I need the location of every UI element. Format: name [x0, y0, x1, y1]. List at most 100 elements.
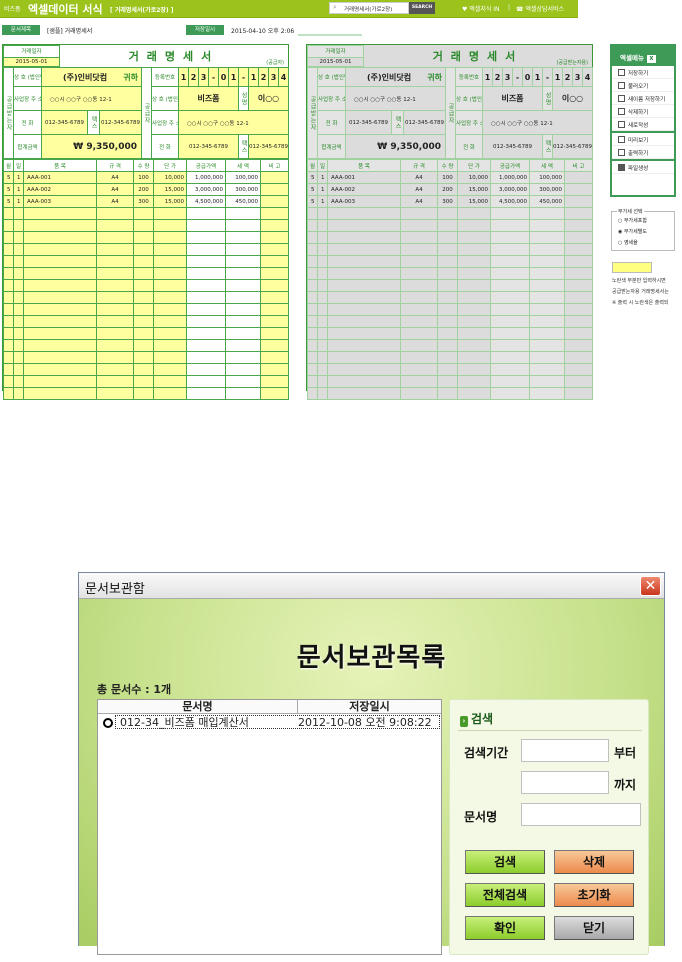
table-cell[interactable] — [96, 207, 134, 220]
menu-new[interactable]: 새로작성 — [612, 118, 674, 131]
table-cell[interactable] — [529, 375, 565, 388]
supplier-name[interactable]: 이○○ — [552, 86, 593, 112]
table-cell[interactable] — [327, 219, 401, 232]
table-cell[interactable] — [437, 363, 458, 376]
table-cell[interactable]: 100,000 — [529, 171, 565, 184]
table-cell[interactable]: 1,000,000 — [186, 171, 226, 184]
table-cell[interactable] — [529, 387, 565, 400]
table-cell[interactable] — [457, 375, 491, 388]
table-cell[interactable] — [529, 255, 565, 268]
table-cell[interactable] — [327, 243, 401, 256]
table-cell[interactable] — [260, 267, 289, 280]
table-cell[interactable] — [96, 267, 134, 280]
menu-preview[interactable]: 미리보기 — [612, 133, 674, 146]
table-cell[interactable] — [564, 327, 593, 340]
search-input[interactable]: 거래명세서(가로2장) — [329, 2, 409, 14]
reg-digit[interactable]: 4 — [582, 66, 593, 88]
table-cell[interactable] — [564, 375, 593, 388]
table-cell[interactable] — [260, 183, 289, 196]
table-cell[interactable] — [96, 315, 134, 328]
table-cell[interactable] — [225, 291, 261, 304]
receiver-address[interactable]: ○○시 ○○구 ○○동 12-1 — [345, 86, 446, 112]
reg-digit[interactable]: - — [512, 66, 523, 88]
table-cell[interactable] — [327, 291, 401, 304]
table-cell[interactable] — [529, 207, 565, 220]
table-cell[interactable] — [260, 171, 289, 184]
table-cell[interactable] — [307, 327, 318, 340]
table-cell[interactable] — [437, 255, 458, 268]
table-cell[interactable] — [564, 243, 593, 256]
table-cell[interactable] — [490, 375, 530, 388]
excel-knowledge-link[interactable]: ♥ 엑셀지식 IN — [462, 4, 500, 13]
table-cell[interactable] — [437, 339, 458, 352]
table-cell[interactable] — [260, 387, 289, 400]
table-cell[interactable] — [529, 243, 565, 256]
table-cell[interactable] — [13, 243, 24, 256]
reg-digit[interactable]: - — [542, 66, 553, 88]
table-cell[interactable] — [133, 339, 154, 352]
table-cell[interactable] — [327, 279, 401, 292]
table-cell[interactable] — [564, 339, 593, 352]
table-cell[interactable] — [225, 243, 261, 256]
table-cell[interactable] — [260, 255, 289, 268]
table-cell[interactable] — [96, 303, 134, 316]
column-header-name[interactable]: 문서명 — [98, 700, 298, 713]
table-cell[interactable] — [225, 231, 261, 244]
table-cell[interactable] — [225, 279, 261, 292]
table-cell[interactable] — [260, 327, 289, 340]
table-cell[interactable] — [529, 279, 565, 292]
table-cell[interactable] — [96, 363, 134, 376]
table-cell[interactable] — [153, 375, 187, 388]
table-cell[interactable] — [317, 351, 328, 364]
table-cell[interactable] — [260, 303, 289, 316]
table-cell[interactable] — [133, 387, 154, 400]
table-cell[interactable] — [307, 231, 318, 244]
table-cell[interactable]: 4,500,000 — [186, 195, 226, 208]
table-cell[interactable] — [327, 303, 401, 316]
table-cell[interactable] — [3, 231, 14, 244]
table-cell[interactable] — [13, 291, 24, 304]
table-cell[interactable] — [225, 387, 261, 400]
table-cell[interactable] — [23, 255, 97, 268]
table-cell[interactable] — [564, 207, 593, 220]
table-cell[interactable] — [186, 207, 226, 220]
table-cell[interactable] — [133, 255, 154, 268]
table-cell[interactable] — [317, 315, 328, 328]
table-cell[interactable] — [186, 327, 226, 340]
table-cell[interactable] — [225, 363, 261, 376]
table-cell[interactable] — [457, 351, 491, 364]
brand-title[interactable]: 엑셀데이터 서식 — [28, 1, 103, 17]
table-cell[interactable] — [23, 315, 97, 328]
table-cell[interactable] — [400, 255, 438, 268]
table-cell[interactable]: 450,000 — [529, 195, 565, 208]
search-button[interactable]: SEARCH — [409, 2, 435, 14]
table-cell[interactable]: 15,000 — [457, 183, 491, 196]
reset-button[interactable]: 초기화 — [554, 883, 634, 907]
table-cell[interactable] — [260, 219, 289, 232]
table-cell[interactable] — [3, 387, 14, 400]
table-cell[interactable] — [260, 339, 289, 352]
table-cell[interactable] — [490, 315, 530, 328]
table-cell[interactable] — [457, 291, 491, 304]
table-cell[interactable] — [96, 279, 134, 292]
table-cell[interactable] — [23, 351, 97, 364]
table-cell[interactable] — [23, 279, 97, 292]
table-cell[interactable]: A4 — [96, 183, 134, 196]
table-cell[interactable] — [23, 375, 97, 388]
table-cell[interactable] — [13, 315, 24, 328]
table-cell[interactable] — [153, 267, 187, 280]
table-cell[interactable] — [23, 327, 97, 340]
table-cell[interactable] — [317, 303, 328, 316]
table-cell[interactable] — [457, 243, 491, 256]
reg-digit[interactable]: 3 — [198, 66, 209, 88]
table-cell[interactable]: 1 — [13, 183, 24, 196]
table-cell[interactable] — [186, 375, 226, 388]
table-cell[interactable] — [13, 327, 24, 340]
table-cell[interactable] — [186, 231, 226, 244]
search-all-button[interactable]: 전체검색 — [465, 883, 545, 907]
menu-delete[interactable]: 삭제하기 — [612, 105, 674, 118]
table-cell[interactable] — [529, 303, 565, 316]
table-cell[interactable] — [457, 339, 491, 352]
table-cell[interactable] — [400, 375, 438, 388]
table-cell[interactable] — [317, 267, 328, 280]
